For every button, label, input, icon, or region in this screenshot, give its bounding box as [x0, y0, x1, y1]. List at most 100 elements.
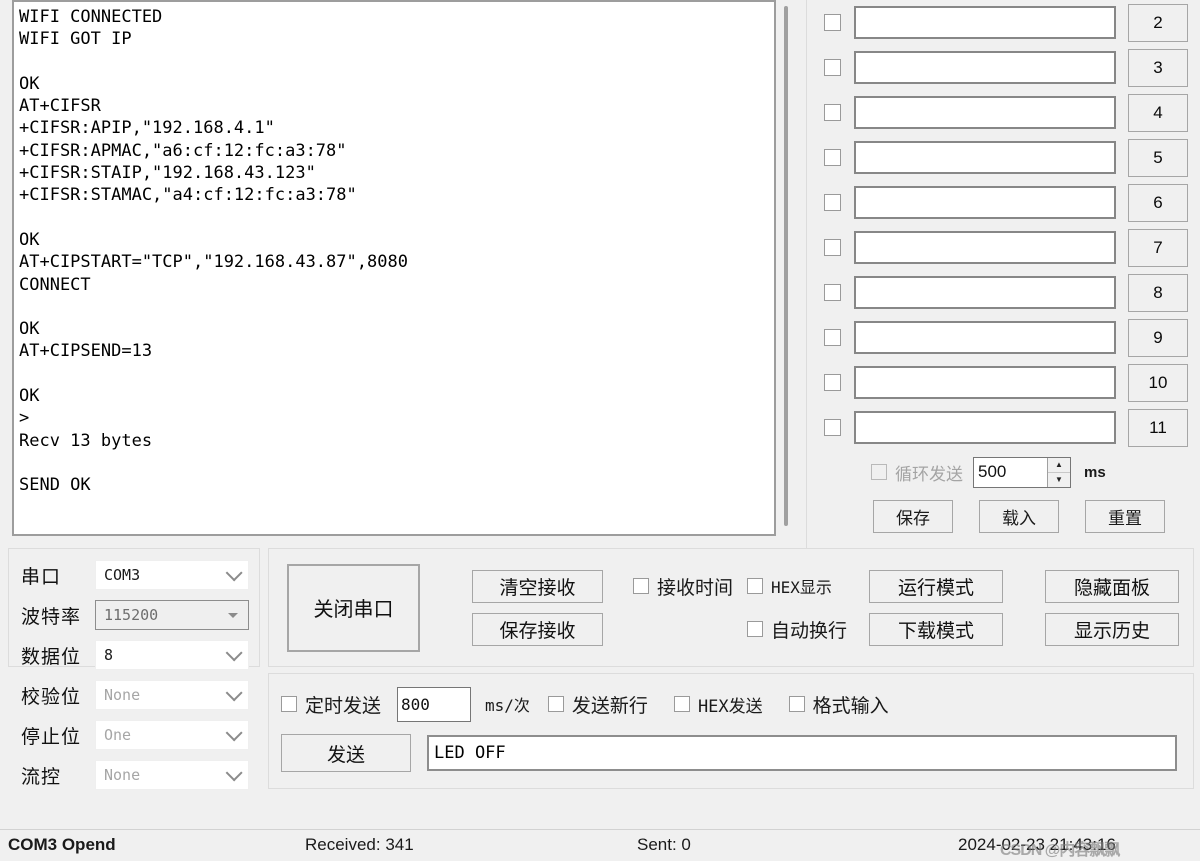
send-newline-checkbox[interactable]	[547, 696, 564, 712]
data-bits-select[interactable]: 8	[95, 640, 249, 670]
flow-control-select[interactable]: None	[95, 760, 249, 790]
stop-bits-select[interactable]: One	[95, 720, 249, 750]
quick-send-checkbox-9[interactable]	[824, 329, 841, 346]
loop-send-label: 循环发送	[895, 464, 963, 484]
quick-send-button-9[interactable]: 9	[1128, 318, 1188, 357]
close-port-button[interactable]: 关闭串口	[287, 563, 420, 652]
quick-send-input-11[interactable]	[854, 411, 1116, 444]
quick-send-button-5[interactable]: 5	[1128, 138, 1188, 177]
quick-send-button-7[interactable]: 7	[1128, 228, 1188, 267]
quick-send-checkbox-4[interactable]	[824, 104, 841, 121]
format-input-label: 格式输入	[812, 695, 889, 717]
send-interval-input[interactable]	[398, 687, 471, 721]
spin-down-icon[interactable]: ▼	[1048, 473, 1070, 487]
clear-receive-button[interactable]: 清空接收	[472, 569, 603, 603]
quick-send-row: 11	[815, 405, 1194, 450]
run-mode-button[interactable]: 运行模式	[869, 569, 1004, 603]
quick-send-input-10[interactable]	[854, 366, 1116, 399]
send-action-row: 发送	[281, 734, 1181, 772]
receive-scrollbar-thumb[interactable]	[784, 6, 788, 526]
quick-send-panel: 2 3 4 5 6 7 8 9 10 11 循环发送 500 ▲ ▼ ms 保存…	[806, 0, 1200, 548]
watermark: CSDN @内容飘飘	[1000, 842, 1120, 859]
flow-control-value: None	[104, 766, 141, 784]
receive-scrollbar[interactable]	[779, 0, 803, 543]
receive-time-column: 接收时间	[633, 570, 733, 646]
quick-send-checkbox-3[interactable]	[824, 59, 841, 76]
timed-send-label: 定时发送	[305, 695, 382, 717]
quick-send-checkbox-11[interactable]	[824, 419, 841, 436]
receive-textarea[interactable]: WIFI CONNECTED WIFI GOT IP OK AT+CIFSR +…	[12, 0, 776, 536]
quick-send-checkbox-2[interactable]	[824, 14, 841, 31]
parity-select[interactable]: None	[95, 680, 249, 710]
show-history-button[interactable]: 显示历史	[1045, 612, 1180, 646]
triangle-down-icon	[228, 612, 238, 618]
hex-send-checkbox[interactable]	[673, 696, 690, 712]
data-bits-row: 数据位 8	[21, 635, 249, 675]
connection-status: COM3 Opend	[8, 835, 116, 854]
quick-send-input-8[interactable]	[854, 276, 1116, 309]
quick-send-checkbox-6[interactable]	[824, 194, 841, 211]
receive-area: WIFI CONNECTED WIFI GOT IP OK AT+CIFSR +…	[0, 0, 806, 548]
quick-send-checkbox-5[interactable]	[824, 149, 841, 166]
hex-display-row[interactable]: HEX显示	[747, 570, 847, 603]
recv-time-checkbox[interactable]	[633, 578, 649, 594]
receive-text: WIFI CONNECTED WIFI GOT IP OK AT+CIFSR +…	[19, 7, 408, 496]
quick-send-button-10[interactable]: 10	[1128, 363, 1188, 402]
load-button[interactable]: 载入	[979, 500, 1059, 533]
auto-wrap-checkbox[interactable]	[747, 621, 764, 637]
quick-send-input-3[interactable]	[854, 51, 1116, 84]
parity-value: None	[104, 686, 141, 704]
quick-send-input-5[interactable]	[854, 141, 1116, 174]
send-options-row: 定时发送 ms/次 发送新行 HEX发送 格式输入	[281, 682, 1181, 726]
quick-send-button-8[interactable]: 8	[1128, 273, 1188, 312]
loop-interval-input[interactable]	[974, 457, 1047, 487]
loop-send-checkbox[interactable]	[871, 464, 887, 480]
serial-port-row: 串口 COM3	[21, 555, 249, 595]
format-input-checkbox[interactable]	[788, 696, 805, 712]
hex-display-checkbox[interactable]	[747, 578, 764, 594]
reset-button[interactable]: 重置	[1085, 500, 1165, 533]
baud-rate-select[interactable]: 115200	[95, 600, 249, 630]
quick-send-button-11[interactable]: 11	[1128, 408, 1188, 447]
quick-send-button-4[interactable]: 4	[1128, 93, 1188, 132]
hex-send-label: HEX发送	[697, 696, 763, 717]
quick-send-input-4[interactable]	[854, 96, 1116, 129]
timed-send-checkbox[interactable]	[281, 696, 297, 712]
quick-send-checkbox-8[interactable]	[824, 284, 841, 301]
send-text-input[interactable]	[429, 737, 1175, 769]
received-count: Received: 341	[305, 835, 414, 854]
serial-port-select[interactable]: COM3	[95, 560, 249, 590]
save-button[interactable]: 保存	[873, 500, 953, 533]
quick-send-checkbox-10[interactable]	[824, 374, 841, 391]
loop-interval-stepper[interactable]: ▲ ▼	[973, 456, 1071, 488]
spin-up-icon[interactable]: ▲	[1048, 458, 1070, 473]
quick-send-input-6[interactable]	[854, 186, 1116, 219]
loop-interval-spin-buttons[interactable]: ▲ ▼	[1047, 457, 1070, 487]
quick-send-input-2[interactable]	[854, 6, 1116, 39]
hex-display-label: HEX显示	[771, 578, 832, 597]
quick-send-button-3[interactable]: 3	[1128, 48, 1188, 87]
data-bits-value: 8	[104, 646, 114, 664]
chevron-down-icon	[225, 764, 243, 782]
quick-send-button-6[interactable]: 6	[1128, 183, 1188, 222]
panel-buttons-column: 隐藏面板 显示历史	[1045, 569, 1180, 646]
quick-send-row: 9	[815, 315, 1194, 360]
lower-area: 串口 COM3 波特率 115200 数据位 8 校验位 None 停止位 On…	[0, 548, 1200, 829]
quick-send-row: 2	[815, 0, 1194, 45]
quick-send-input-7[interactable]	[854, 231, 1116, 264]
send-interval-field[interactable]	[397, 686, 472, 722]
download-mode-button[interactable]: 下载模式	[869, 612, 1004, 646]
baud-rate-value: 115200	[104, 606, 159, 624]
recv-time-row[interactable]: 接收时间	[633, 570, 733, 603]
quick-send-row: 7	[815, 225, 1194, 270]
send-button[interactable]: 发送	[281, 734, 411, 772]
hide-panel-button[interactable]: 隐藏面板	[1045, 569, 1180, 603]
send-text-field[interactable]	[427, 735, 1177, 771]
save-receive-button[interactable]: 保存接收	[472, 612, 603, 646]
auto-wrap-row[interactable]: 自动换行	[747, 613, 847, 646]
quick-send-row: 6	[815, 180, 1194, 225]
quick-send-checkbox-7[interactable]	[824, 239, 841, 256]
chevron-down-icon	[225, 724, 243, 742]
quick-send-button-2[interactable]: 2	[1128, 3, 1188, 42]
quick-send-input-9[interactable]	[854, 321, 1116, 354]
